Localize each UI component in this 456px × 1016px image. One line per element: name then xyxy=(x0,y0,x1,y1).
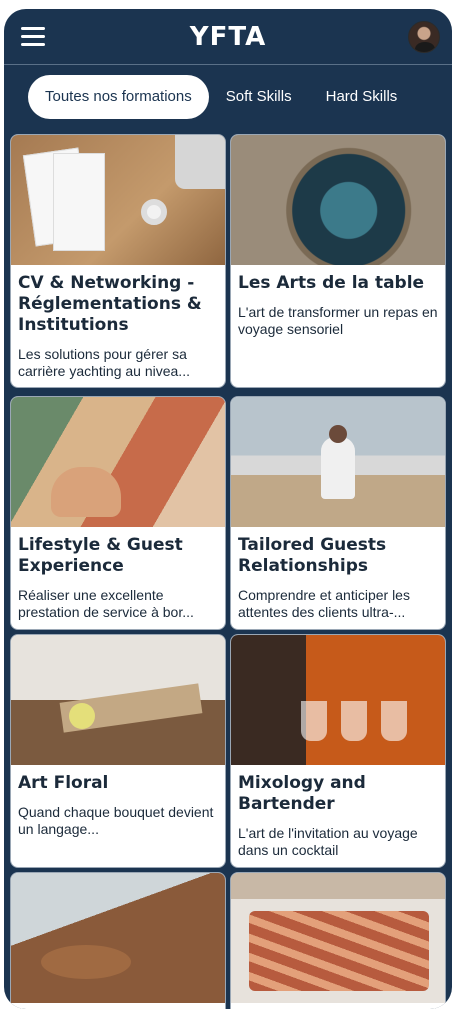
app-logo: YFTA xyxy=(189,22,267,52)
course-title: Tailored Guests Relationships xyxy=(238,535,387,576)
course-card-cooking[interactable] xyxy=(10,872,226,1009)
user-avatar[interactable] xyxy=(408,21,440,53)
course-title: Mixology and Bartender xyxy=(238,773,366,814)
course-description: Les solutions pour gérer sa carrière yac… xyxy=(18,346,190,379)
course-description: Comprendre et anticiper les attentes des… xyxy=(238,587,410,620)
course-description: Réaliser une excellente prestation de se… xyxy=(18,587,194,620)
course-image xyxy=(231,397,445,527)
course-card-tailored-guests-relationships[interactable]: Tailored Guests Relationships Comprendre… xyxy=(230,396,446,630)
course-image xyxy=(11,873,225,1003)
course-description: Quand chaque bouquet devient un langage.… xyxy=(18,804,214,837)
top-bar: YFTA xyxy=(4,9,452,65)
tab-soft-skills[interactable]: Soft Skills xyxy=(209,75,309,119)
course-card-cv-networking[interactable]: CV & Networking - Réglementations & Inst… xyxy=(10,134,226,388)
course-image xyxy=(231,635,445,765)
course-description: L'art de transformer un repas en voyage … xyxy=(238,304,438,337)
course-card-art-floral[interactable]: Art Floral Quand chaque bouquet devient … xyxy=(10,634,226,868)
course-card-seafood[interactable] xyxy=(230,872,446,1009)
course-card-lifestyle-guest-experience[interactable]: Lifestyle & Guest Experience Réaliser un… xyxy=(10,396,226,630)
course-description: L'art de l'invitation au voyage dans un … xyxy=(238,825,418,858)
course-title: Lifestyle & Guest Experience xyxy=(18,535,183,576)
course-title xyxy=(231,1003,445,1009)
category-tabs: Toutes nos formations Soft Skills Hard S… xyxy=(28,75,414,119)
course-title: CV & Networking - Réglementations & Inst… xyxy=(18,273,202,335)
course-title: Les Arts de la table xyxy=(238,273,425,293)
course-card-arts-de-la-table[interactable]: Les Arts de la table L'art de transforme… xyxy=(230,134,446,388)
course-card-mixology-bartender[interactable]: Mixology and Bartender L'art de l'invita… xyxy=(230,634,446,868)
course-image xyxy=(11,397,225,527)
course-title xyxy=(11,1003,225,1009)
tab-all-courses[interactable]: Toutes nos formations xyxy=(28,75,209,119)
course-image xyxy=(11,135,225,265)
course-image xyxy=(11,635,225,765)
course-image xyxy=(231,873,445,1003)
course-title: Art Floral xyxy=(18,773,109,793)
tab-hard-skills[interactable]: Hard Skills xyxy=(309,75,415,119)
course-image xyxy=(231,135,445,265)
app-screen: YFTA Toutes nos formations Soft Skills H… xyxy=(4,9,452,1009)
